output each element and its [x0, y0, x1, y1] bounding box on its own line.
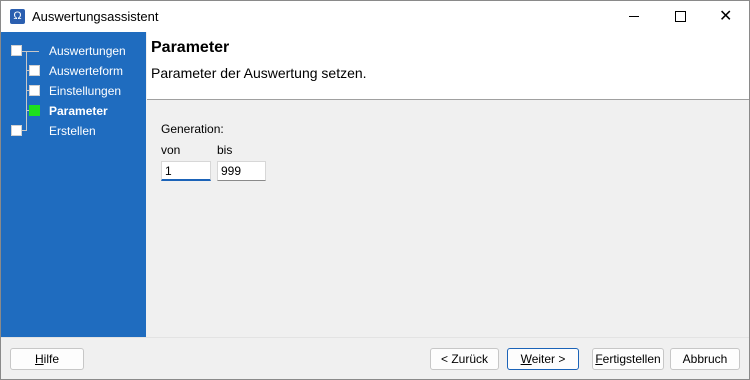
tree-connector	[26, 51, 27, 131]
cancel-label: Abbruch	[682, 352, 728, 366]
finish-mnemonic: F	[595, 352, 603, 366]
back-button[interactable]: < Zurück	[430, 348, 499, 370]
help-mnemonic: H	[34, 352, 44, 366]
page-header: Parameter Parameter der Auswertung setze…	[147, 32, 749, 100]
tree-connector	[21, 51, 39, 52]
wizard-steps-sidebar: Auswertungen Auswerteform Einstellungen …	[1, 32, 146, 337]
parameter-form: Generation: von bis	[147, 100, 749, 337]
help-button[interactable]: Hilfe	[10, 348, 84, 370]
close-icon: ✕	[719, 6, 733, 25]
cancel-button[interactable]: Abbruch	[670, 348, 740, 370]
minimize-icon	[629, 16, 639, 17]
next-mnemonic: W	[520, 352, 532, 366]
step-node-auswertungen	[11, 45, 22, 56]
sidebar-item-einstellungen[interactable]: Einstellungen	[49, 84, 121, 98]
maximize-icon	[675, 11, 686, 22]
footer-separator	[1, 337, 749, 338]
sidebar-item-auswerteform[interactable]: Auswerteform	[49, 64, 123, 78]
back-label: < Zurück	[440, 352, 488, 366]
close-button[interactable]: ✕	[703, 1, 749, 32]
help-label-rest: ilfe	[43, 352, 59, 366]
finish-label-rest: ertigstellen	[602, 352, 661, 366]
minimize-button[interactable]	[611, 1, 657, 32]
sidebar-item-erstellen[interactable]: Erstellen	[49, 124, 96, 138]
window-title: Auswertungsassistent	[32, 9, 159, 24]
app-icon: Ω	[10, 9, 25, 24]
step-node-auswerteform	[29, 65, 40, 76]
page-subtitle: Parameter der Auswertung setzen.	[151, 65, 367, 81]
next-button[interactable]: Weiter >	[507, 348, 579, 370]
next-label-rest: eiter >	[531, 352, 566, 366]
page-title: Parameter	[151, 39, 230, 56]
step-node-einstellungen	[29, 85, 40, 96]
title-bar: Ω Auswertungsassistent ✕	[1, 1, 749, 32]
from-label: von	[161, 143, 181, 157]
sidebar-item-auswertungen[interactable]: Auswertungen	[49, 44, 126, 58]
wizard-window: Ω Auswertungsassistent ✕ Auswertungen Au…	[0, 0, 750, 380]
step-node-erstellen	[11, 125, 22, 136]
generation-from-input[interactable]	[161, 161, 211, 181]
step-node-parameter-active	[29, 105, 40, 116]
finish-button[interactable]: Fertigstellen	[592, 348, 664, 370]
to-label: bis	[217, 143, 233, 157]
sidebar-item-parameter[interactable]: Parameter	[49, 104, 108, 118]
generation-to-input[interactable]	[217, 161, 266, 181]
generation-label: Generation:	[161, 122, 224, 136]
maximize-button[interactable]	[657, 1, 703, 32]
